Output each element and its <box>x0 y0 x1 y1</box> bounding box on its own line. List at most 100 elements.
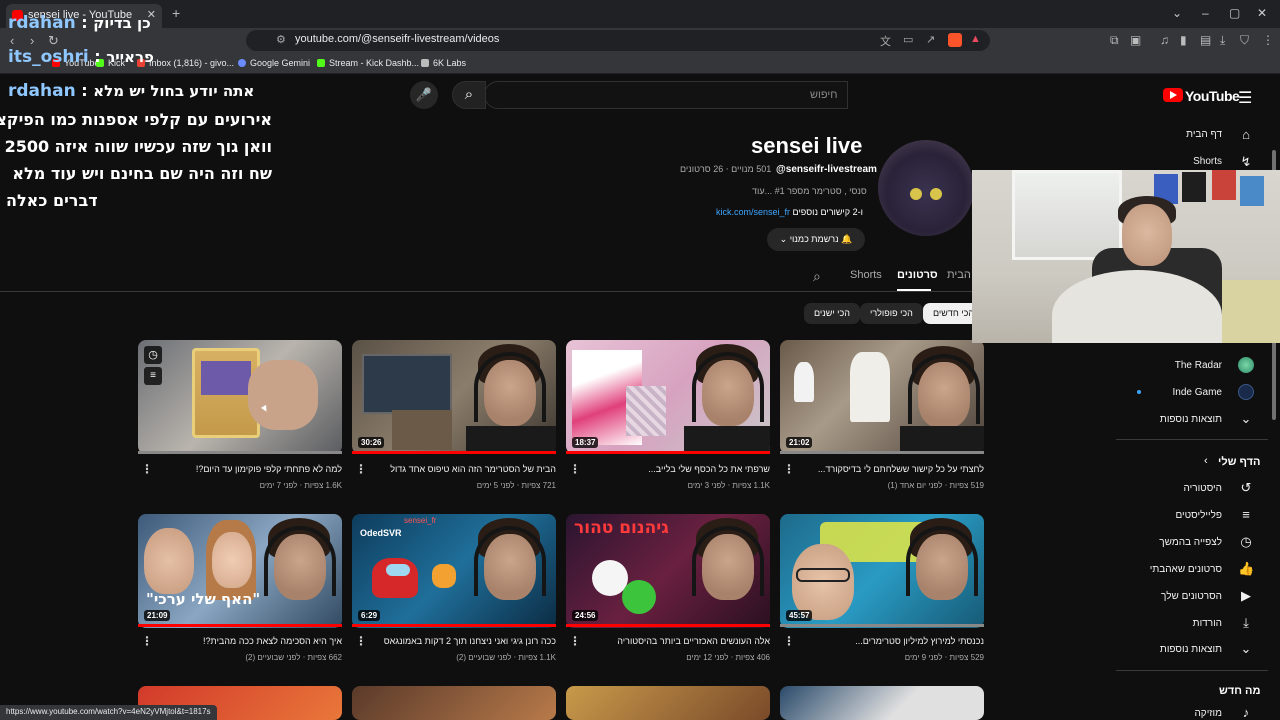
bookmark-kick-dashboard[interactable]: Stream - Kick Dashb... <box>317 58 419 68</box>
thumb-figure <box>794 362 814 402</box>
sidebar-item-shorts[interactable]: Shorts <box>1193 156 1222 167</box>
youtube-logo-text[interactable]: YouTube <box>1185 88 1240 104</box>
more-options-icon[interactable]: ⋮ <box>141 634 153 648</box>
bookmark-gemini[interactable]: Google Gemini <box>238 58 310 68</box>
new-tab-icon[interactable]: + <box>172 5 180 21</box>
home-icon[interactable]: ⌂ <box>1238 127 1254 142</box>
chip-oldest[interactable]: הכי ישנים <box>804 303 860 324</box>
back-icon[interactable]: ‹ <box>10 33 14 48</box>
channel-search-icon[interactable]: ⌕ <box>813 268 821 285</box>
wallet-icon[interactable]: ▤ <box>1200 33 1211 47</box>
download-icon[interactable]: ⤓ <box>1238 615 1254 631</box>
brave-rewards-icon[interactable]: ▲ <box>970 33 981 45</box>
video-thumbnail[interactable] <box>566 686 770 720</box>
more-options-icon[interactable]: ⋮ <box>355 462 367 476</box>
sidebar-divider <box>1116 670 1268 671</box>
sidebar-toggle-icon[interactable]: ▮ <box>1180 33 1187 47</box>
more-options-icon[interactable]: ⋮ <box>783 634 795 648</box>
video-title[interactable]: למה לא פתחתי קלפי פוקימון עד היום?! <box>152 464 342 474</box>
watch-later-icon[interactable]: ◷ <box>1238 534 1254 550</box>
video-title[interactable]: שרפתי את כל הכסף שלי בלייב... <box>580 464 770 474</box>
visor-icon <box>386 564 410 576</box>
sidebar-item-watch-later[interactable]: לצפייה בהמשך <box>1159 537 1222 548</box>
video-title[interactable]: איך היא הסכימה לצאת ככה מהבית?! <box>152 636 342 646</box>
video-meta: 721 צפיות ‧ לפני 5 ימים <box>476 481 556 490</box>
your-videos-icon[interactable]: ▶ <box>1238 588 1254 604</box>
add-to-queue-icon[interactable]: ≡ <box>144 367 162 385</box>
sidebar-item-music[interactable]: מוזיקה <box>1194 708 1222 719</box>
video-thumbnail[interactable]: OdedSVR sensei_fr <box>352 514 556 628</box>
cast-icon[interactable]: ▭ <box>903 33 913 46</box>
vpn-icon[interactable]: ⛉ <box>1240 33 1249 48</box>
youtube-logo-icon[interactable] <box>1163 88 1183 102</box>
more-options-icon[interactable]: ⋮ <box>569 462 581 476</box>
tab-videos[interactable]: סרטונים <box>897 269 938 281</box>
bookmark-6k-labs[interactable]: 6K Labs <box>421 58 466 68</box>
more-options-icon[interactable]: ⋮ <box>569 634 581 648</box>
search-input[interactable] <box>484 81 848 109</box>
history-icon[interactable]: ↺ <box>1238 480 1254 496</box>
chevron-down-icon: ⌄ <box>779 234 790 244</box>
minimize-icon[interactable]: – <box>1202 6 1209 20</box>
thumb-face <box>792 544 854 620</box>
voice-search-button[interactable]: 🎤 <box>410 81 438 109</box>
video-title[interactable]: אלה העונשים האכזריים ביותר בהיסטוריה <box>580 636 770 646</box>
video-thumbnail[interactable] <box>352 686 556 720</box>
sidebar-item-show-more[interactable]: תוצאות נוספות <box>1160 644 1222 655</box>
sidebar-item-playlists[interactable]: פלייליסטים <box>1175 510 1222 521</box>
thumb-caption: גיהנום טהור <box>574 518 669 538</box>
sidebar-item-liked[interactable]: סרטונים שאהבתי <box>1150 564 1222 575</box>
share-icon[interactable]: ↗ <box>926 33 935 46</box>
more-options-icon[interactable]: ⋮ <box>355 634 367 648</box>
tab-search-icon[interactable]: ⌄ <box>1172 6 1182 20</box>
chip-popular[interactable]: הכי פופולרי <box>860 303 923 324</box>
translate-icon[interactable]: 文 <box>880 33 891 49</box>
video-title[interactable]: נכנסתי למירוץ למיליון סטרימרים... <box>794 636 984 646</box>
music-icon[interactable]: ♪ <box>1238 705 1254 720</box>
sidebar-explore-title: מה חדש <box>1219 685 1261 697</box>
close-window-icon[interactable]: ✕ <box>1257 6 1267 20</box>
channel-links[interactable]: ו-2 קישורים נוספים kick.com/sensei_fr <box>716 207 863 217</box>
sidebar-item-downloads[interactable]: הורדות <box>1193 618 1222 629</box>
sidebar-channel-inde-game[interactable]: Inde Game <box>1173 387 1222 398</box>
video-title[interactable]: ככה רונן גיגי ואני ניצחנו תוך 2 דקות באמ… <box>366 636 556 646</box>
shorts-icon[interactable]: ↯ <box>1238 154 1254 170</box>
video-thumbnail[interactable]: ◷ ≡ <box>138 340 342 454</box>
channel-avatar[interactable] <box>878 140 974 236</box>
more-options-icon[interactable]: ⋮ <box>141 462 153 476</box>
maximize-icon[interactable]: ▢ <box>1229 6 1240 20</box>
bookmark-label: Google Gemini <box>250 58 311 68</box>
downloads-icon[interactable]: ⤓ <box>1220 33 1225 48</box>
sidebar-item-history[interactable]: היסטוריה <box>1184 483 1223 494</box>
playlists-icon[interactable]: ≡ <box>1238 507 1254 522</box>
brave-shields-icon[interactable] <box>948 33 962 47</box>
video-title[interactable]: הבית של הסטרימר הזה הוא טיפוס אחד גדול <box>366 464 556 474</box>
watch-progress <box>566 451 770 454</box>
site-info-icon[interactable]: ⚙ <box>276 33 286 46</box>
video-thumbnail[interactable] <box>780 686 984 720</box>
subscribed-button[interactable]: ⌄ נרשמת כמנוי 🔔 <box>767 228 865 251</box>
sidebar-channel-radar[interactable]: The Radar <box>1175 360 1222 371</box>
video-title[interactable]: לחצתי על כל קישור ששלחתם לי בדיסקורד... <box>794 464 984 474</box>
more-options-icon[interactable]: ⋮ <box>783 462 795 476</box>
menu-icon[interactable]: ⋮ <box>1262 33 1274 47</box>
chevron-down-icon[interactable]: ⌄ <box>1238 411 1254 427</box>
sidebar-item-your-videos[interactable]: הסרטונים שלך <box>1161 591 1222 602</box>
screenshot-icon[interactable]: ▣ <box>1130 33 1141 47</box>
thumb-character <box>622 580 656 614</box>
sidebar-you-title[interactable]: הדף שלי <box>1218 456 1260 468</box>
search-button[interactable]: ⌕ <box>452 81 486 109</box>
guide-menu-icon[interactable]: ☰ <box>1238 88 1252 108</box>
sidebar-item-home[interactable]: דף הבית <box>1186 129 1222 140</box>
thumbs-up-icon[interactable]: 👍 <box>1238 561 1254 577</box>
chevron-down-icon[interactable]: ⌄ <box>1238 641 1254 657</box>
forward-icon[interactable]: › <box>30 33 34 48</box>
extensions-icon[interactable]: ⧉ <box>1110 33 1119 48</box>
media-icon[interactable]: ♫ <box>1160 33 1169 47</box>
tab-home[interactable]: הבית <box>947 269 971 281</box>
watch-later-icon[interactable]: ◷ <box>144 346 162 364</box>
kick-link[interactable]: kick.com/sensei_fr <box>716 207 790 217</box>
tab-shorts[interactable]: Shorts <box>850 269 882 281</box>
channel-description[interactable]: סנסי , סטרימר מספר #1 ...עוד <box>752 186 867 196</box>
sidebar-show-more[interactable]: תוצאות נוספות <box>1160 414 1222 425</box>
